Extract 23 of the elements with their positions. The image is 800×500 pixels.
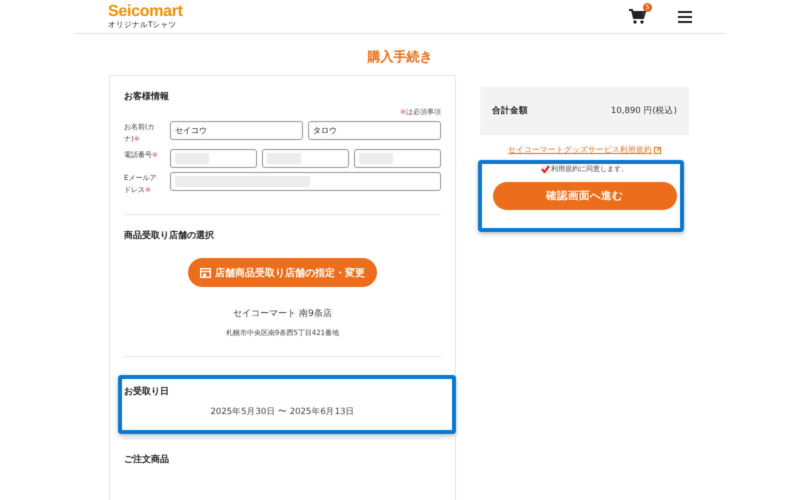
store-select-button[interactable]: 店舗商品受取り店舗の指定・変更 (188, 258, 377, 287)
section-heading: ご注文商品 (124, 453, 170, 466)
confirm-button[interactable]: 確認画面へ進む (492, 182, 676, 210)
input-field[interactable]: タロウ (308, 121, 441, 140)
cart-icon[interactable] (629, 9, 646, 24)
pickup-dates: 2025年5月30日 〜 2025年6月13日 (209, 406, 356, 418)
section-heading: お客様情報 (124, 90, 170, 103)
section-heading: お受取り日 (124, 385, 170, 398)
total-label: 合計金額 (492, 105, 528, 117)
input-field[interactable] (354, 149, 441, 168)
input-field[interactable] (170, 172, 441, 191)
logo[interactable]: Seicomart (108, 4, 183, 20)
page-title: 購入手続き (366, 48, 434, 66)
menu-icon[interactable] (678, 10, 692, 22)
store-name: セイコーマート 南9条店 (232, 308, 333, 320)
input-field[interactable] (170, 149, 257, 168)
agree-checkbox[interactable] (541, 164, 550, 174)
external-link-icon (654, 146, 661, 154)
input-field[interactable]: セイコウ (170, 121, 303, 140)
input-field[interactable] (262, 149, 349, 168)
section-heading: 商品受取り店舗の選択 (124, 229, 215, 242)
total-value: 10,890 円(税込) (610, 105, 677, 117)
store-icon (200, 268, 211, 278)
